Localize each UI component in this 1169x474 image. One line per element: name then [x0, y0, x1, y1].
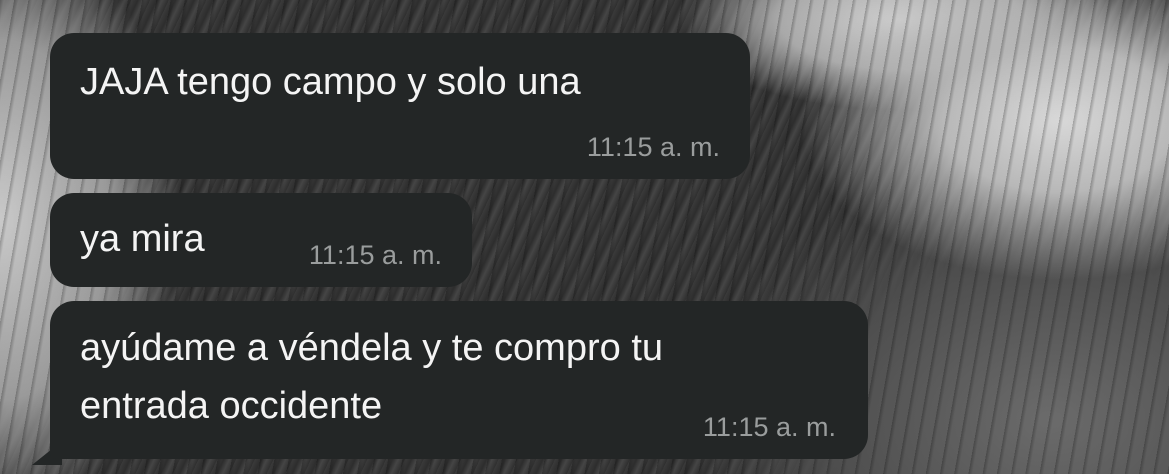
- message-timestamp: 11:15 a. m.: [308, 240, 442, 270]
- message-text: ya mira: [80, 218, 205, 260]
- message-text: ayúdame a véndela y te compro tu entrada…: [80, 327, 664, 427]
- message-bubble-received[interactable]: JAJA tengo campo y solo una 11:15 a. m.: [50, 33, 750, 179]
- message-timestamp: 11:15 a. m.: [586, 132, 720, 162]
- message-bubble-received[interactable]: ayúdame a véndela y te compro tu entrada…: [50, 301, 868, 459]
- message-bubble-received[interactable]: ya mira 11:15 a. m.: [50, 193, 472, 287]
- message-timestamp: 11:15 a. m.: [702, 412, 836, 442]
- message-text: JAJA tengo campo y solo una: [80, 61, 581, 103]
